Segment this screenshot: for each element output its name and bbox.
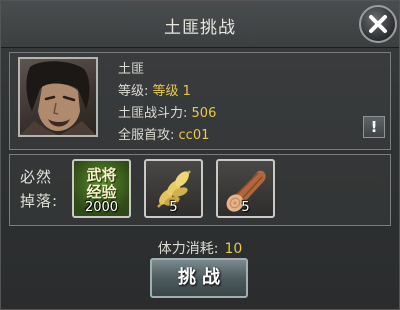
close-button[interactable] (359, 5, 397, 43)
first-attack-label: 全服首攻: (118, 128, 175, 143)
level-value: 等级 1 (152, 84, 191, 99)
enemy-name: 土匪 (118, 62, 145, 77)
exp-item-text: 武将 经验 (86, 166, 117, 201)
drop-label-line2: 掉落: (20, 192, 59, 210)
title-bar: 土匪挑战 (1, 1, 399, 48)
info-button[interactable]: ! (363, 116, 385, 138)
power-value: 506 (191, 106, 217, 121)
drop-label-line1: 必然 (20, 168, 53, 186)
power-label: 土匪战斗力: (118, 106, 188, 121)
dialog-title: 土匪挑战 (164, 18, 236, 38)
exp-item-count: 2000 (84, 200, 119, 215)
challenge-button[interactable]: 挑战 (150, 258, 248, 298)
wood-item[interactable]: 5 (216, 159, 275, 218)
power-row: 土匪战斗力: 506 (118, 102, 216, 121)
stamina-cost-value: 10 (224, 241, 243, 257)
wheat-item-count: 5 (169, 200, 178, 215)
wood-item-count: 5 (241, 200, 250, 215)
stamina-cost-label: 体力消耗: (157, 241, 219, 257)
wheat-item[interactable]: 5 (144, 159, 203, 218)
exp-item[interactable]: 武将 经验 2000 (72, 159, 131, 218)
enemy-portrait (18, 57, 98, 137)
level-row: 等级: 等级 1 (118, 80, 191, 99)
stamina-cost: 体力消耗: 10 (0, 238, 400, 258)
first-attack-value: cc01 (178, 128, 210, 143)
level-label: 等级: (118, 84, 149, 99)
first-attack-row: 全服首攻: cc01 (118, 124, 209, 143)
close-icon (369, 15, 387, 33)
